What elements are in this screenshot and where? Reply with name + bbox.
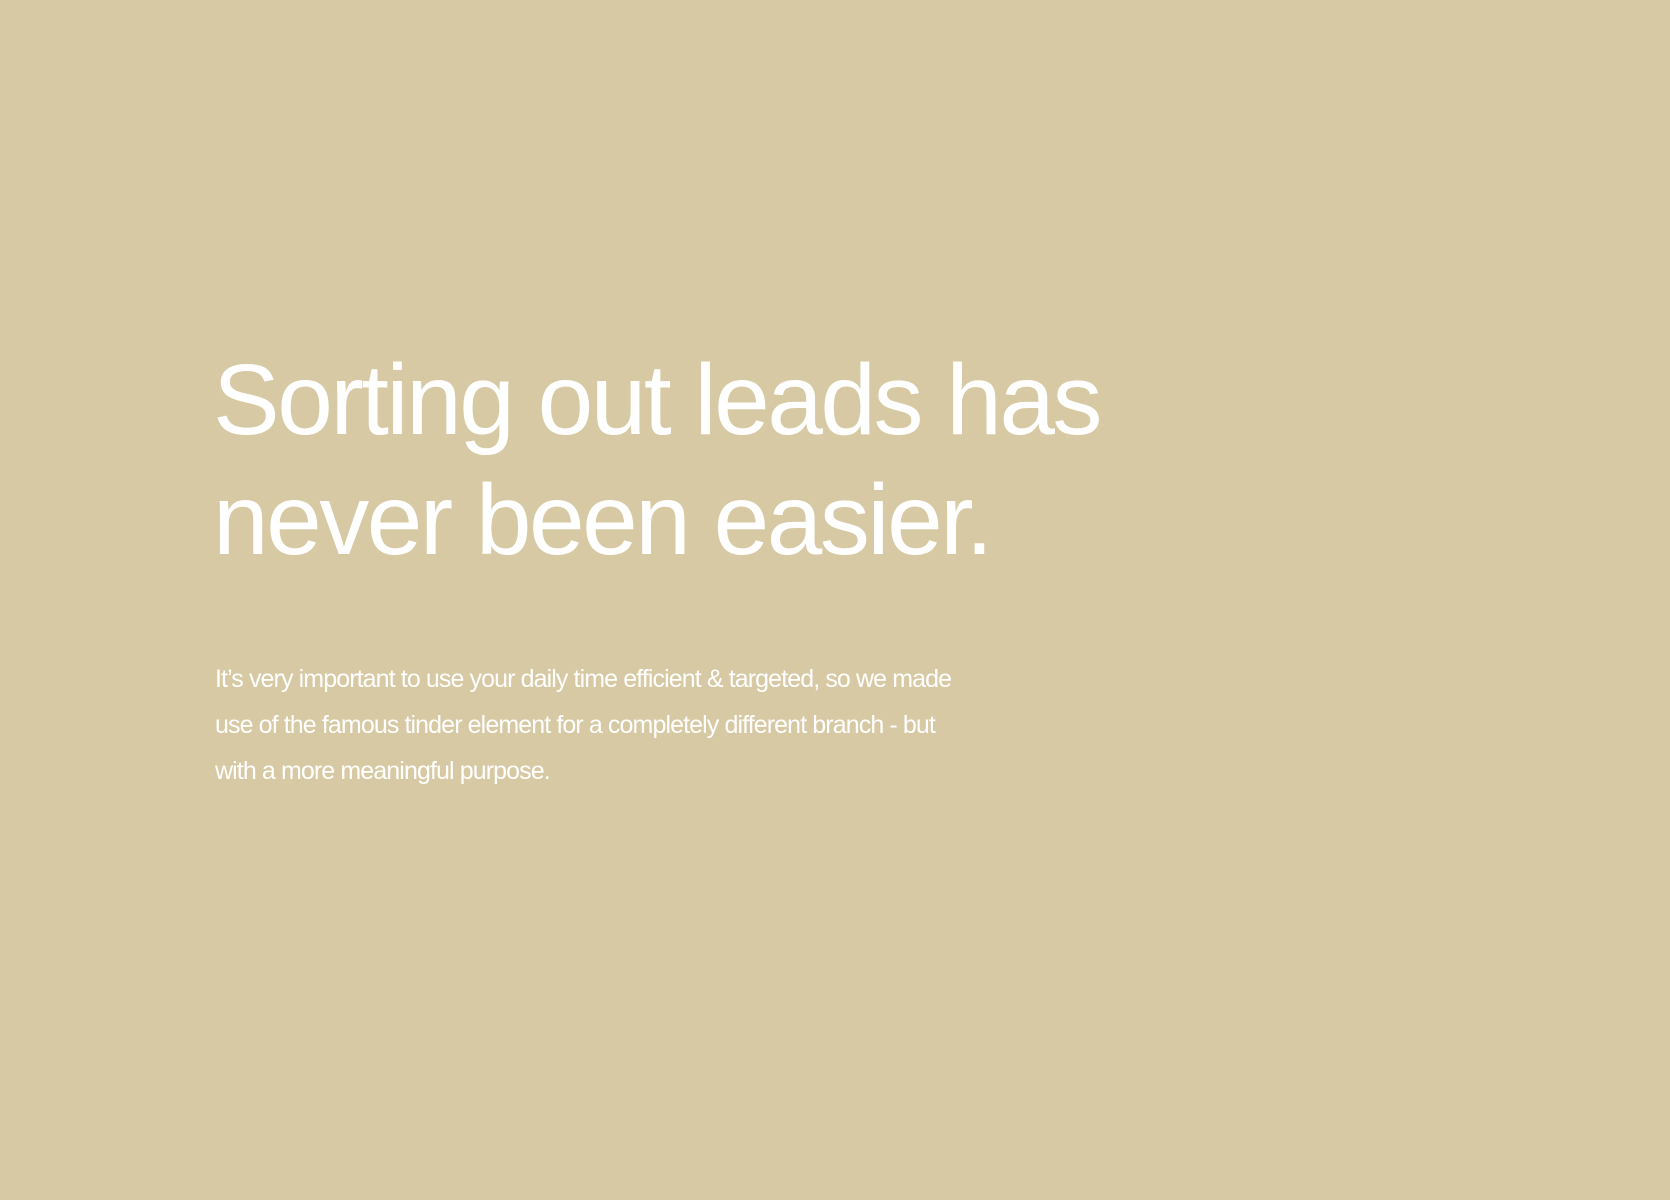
description-line-1: It’s very important to use your daily ti… (215, 665, 952, 693)
hero-description: It’s very important to use your daily ti… (215, 656, 1095, 794)
headline-line-1: Sorting out leads has (213, 344, 1103, 456)
headline-line-2: never been easier. (213, 464, 993, 576)
description-line-3: with a more meaningful purpose. (215, 757, 551, 785)
description-line-2: use of the famous tinder element for a c… (215, 711, 936, 739)
hero-section: Sorting out leads has never been easier. (213, 340, 1113, 580)
hero-headline: Sorting out leads has never been easier. (213, 340, 1113, 580)
